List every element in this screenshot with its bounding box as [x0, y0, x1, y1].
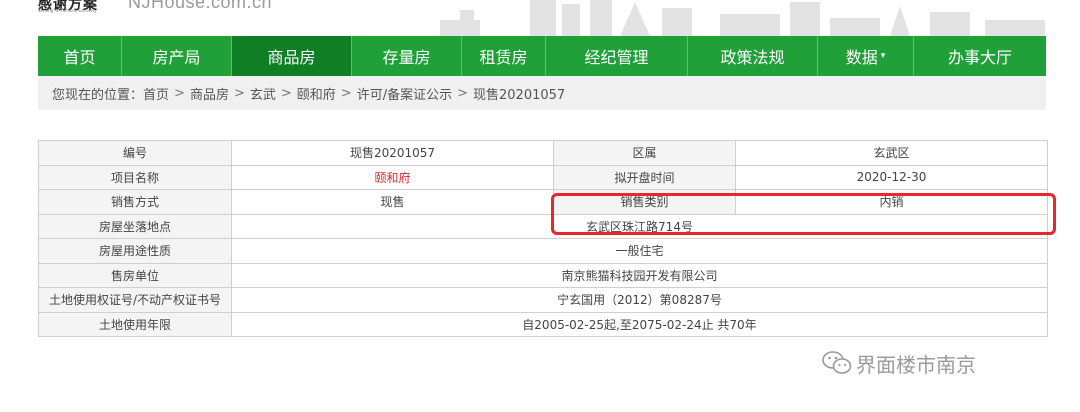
value-seller: 南京熊猫科技园开发有限公司	[231, 262, 1048, 288]
table-row: 土地使用权证号/不动产权证书号 宁玄国用（2012）第08287号	[38, 287, 1048, 313]
breadcrumb-separator: >	[280, 85, 292, 101]
permit-info-table: 编号 现售20201057 区属 玄武区 项目名称 颐和府 拟开盘时间 2020…	[38, 140, 1048, 337]
main-nav: 首页 房产局 商品房 存量房 租赁房 经纪管理 政策法规 数据 ▾ 办事大厅	[38, 36, 1046, 76]
label-project-name: 项目名称	[38, 164, 232, 190]
value-sale-category: 内销	[735, 189, 1048, 215]
breadcrumb-project[interactable]: 颐和府	[297, 84, 336, 103]
nav-label: 经纪管理	[584, 48, 649, 67]
site-header: 感谢方案 Serving All Families Sincerely NJHo…	[0, 0, 1080, 36]
nav-home[interactable]: 首页	[38, 36, 122, 76]
logo-subtext: Serving All Families Sincerely	[38, 8, 97, 13]
page: 感谢方案 Serving All Families Sincerely NJHo…	[0, 0, 1080, 412]
table-row: 销售方式 现售 销售类别 内销	[38, 189, 1048, 215]
wechat-icon	[822, 351, 852, 374]
nav-commercial-housing[interactable]: 商品房	[232, 36, 352, 76]
breadcrumb-separator: >	[174, 85, 185, 101]
breadcrumb-commercial[interactable]: 商品房	[190, 84, 229, 103]
label-land-certificate: 土地使用权证号/不动产权证书号	[38, 287, 232, 313]
chevron-down-icon: ▾	[880, 51, 886, 61]
skyline-banner-image	[440, 0, 1045, 36]
nav-label: 数据	[845, 48, 878, 67]
nav-label: 租赁房	[479, 48, 528, 67]
label-opening-date: 拟开盘时间	[553, 164, 736, 190]
nav-rental-housing[interactable]: 租赁房	[462, 36, 546, 76]
nav-brokerage[interactable]: 经纪管理	[546, 36, 688, 76]
nav-label: 商品房	[267, 48, 316, 67]
breadcrumb-separator: >	[340, 85, 352, 101]
table-row: 项目名称 颐和府 拟开盘时间 2020-12-30	[38, 164, 1048, 190]
breadcrumb-district[interactable]: 玄武	[250, 84, 276, 103]
nav-housing-bureau[interactable]: 房产局	[122, 36, 232, 76]
table-row: 土地使用年限 自2005-02-25起,至2075-02-24止 共70年	[38, 311, 1048, 337]
table-row: 房屋用途性质 一般住宅	[38, 238, 1048, 264]
table-row: 编号 现售20201057 区属 玄武区	[38, 140, 1048, 166]
label-sale-method: 销售方式	[38, 189, 232, 215]
nav-label: 政策法规	[720, 48, 785, 67]
watermark: 界面楼市南京	[822, 346, 976, 380]
breadcrumb-permits[interactable]: 许可/备案证公示	[357, 84, 452, 103]
nav-existing-housing[interactable]: 存量房	[352, 36, 462, 76]
breadcrumb: 您现在的位置： 首页 > 商品房 > 玄武 > 颐和府 > 许可/备案证公示 >…	[38, 76, 1046, 110]
breadcrumb-separator: >	[233, 85, 245, 101]
breadcrumb-separator: >	[457, 85, 468, 101]
nav-data-dropdown[interactable]: 数据 ▾	[818, 36, 914, 76]
table-row: 售房单位 南京熊猫科技园开发有限公司	[38, 262, 1048, 288]
nav-label: 首页	[63, 48, 96, 67]
value-usage: 一般住宅	[231, 238, 1048, 264]
nav-policies[interactable]: 政策法规	[688, 36, 818, 76]
value-number: 现售20201057	[231, 140, 554, 166]
nav-label: 存量房	[382, 48, 431, 67]
label-usage: 房屋用途性质	[38, 238, 232, 264]
value-location: 玄武区珠江路714号	[231, 213, 1048, 239]
nav-label: 房产局	[152, 48, 201, 67]
label-district: 区属	[553, 140, 736, 166]
nav-label: 办事大厅	[947, 48, 1012, 67]
watermark-text: 界面楼市南京	[856, 352, 976, 377]
table-row: 房屋坐落地点 玄武区珠江路714号	[38, 213, 1048, 239]
site-url: NJHouse.com.cn	[128, 0, 273, 12]
breadcrumb-prefix: 您现在的位置：	[52, 87, 144, 103]
value-sale-method: 现售	[231, 189, 554, 215]
value-district: 玄武区	[735, 140, 1048, 166]
label-location: 房屋坐落地点	[38, 213, 232, 239]
value-land-certificate: 宁玄国用（2012）第08287号	[231, 287, 1048, 313]
label-number: 编号	[38, 140, 232, 166]
label-seller: 售房单位	[38, 262, 232, 288]
breadcrumb-home[interactable]: 首页	[143, 84, 169, 103]
nav-service-hall[interactable]: 办事大厅	[914, 36, 1046, 76]
project-name-link[interactable]: 颐和府	[231, 164, 554, 190]
label-sale-category: 销售类别	[553, 189, 736, 215]
label-land-term: 土地使用年限	[38, 311, 232, 337]
value-land-term: 自2005-02-25起,至2075-02-24止 共70年	[231, 311, 1048, 337]
breadcrumb-current: 现售20201057	[473, 87, 566, 103]
site-logo[interactable]: 感谢方案 Serving All Families Sincerely	[38, 0, 118, 16]
value-opening-date: 2020-12-30	[735, 164, 1048, 190]
